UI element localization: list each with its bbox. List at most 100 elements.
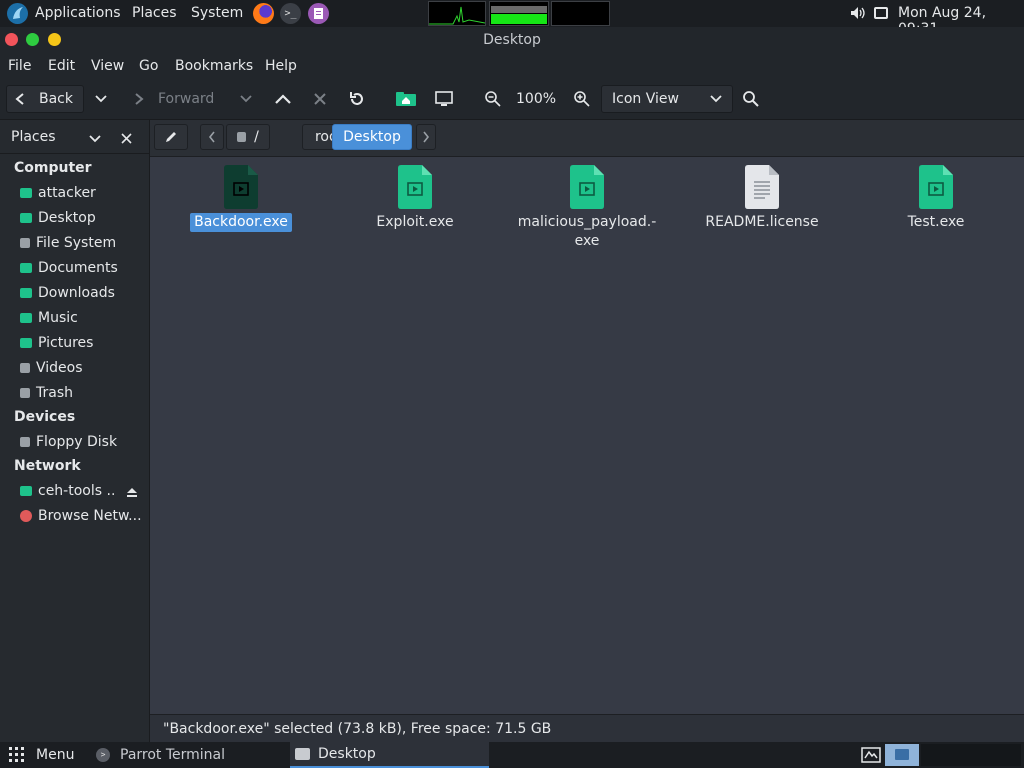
sidebar-item-videos[interactable]: Videos	[20, 357, 145, 379]
forward-button[interactable]: Forward	[132, 85, 222, 113]
stop-button[interactable]	[313, 85, 327, 113]
task-desktop[interactable]: Desktop	[290, 742, 489, 768]
forward-arrow-icon	[135, 93, 144, 105]
sidebar-item-label: ceh-tools ...	[38, 483, 115, 499]
back-button[interactable]: Back	[6, 85, 84, 113]
file-item-backdoor[interactable]: Backdoor.exe	[166, 165, 316, 232]
file-name: Backdoor.exe	[190, 213, 292, 232]
desktop-folder-icon	[20, 213, 32, 223]
toolbar: Back Forward 100% Icon View	[0, 79, 1024, 120]
sidebar: Places Computer attacker Desktop File Sy…	[0, 120, 150, 742]
menu-edit[interactable]: Edit	[48, 58, 75, 74]
documents-folder-icon	[20, 263, 32, 273]
system-menu[interactable]: System	[191, 5, 243, 21]
terminal-icon: >	[96, 748, 110, 762]
network-icon	[20, 510, 32, 522]
sidebar-item-ceh-tools[interactable]: ceh-tools ...	[20, 480, 115, 502]
firefox-icon[interactable]	[253, 3, 274, 24]
window-titlebar[interactable]: Desktop	[0, 27, 1024, 55]
menu-file[interactable]: File	[8, 58, 31, 74]
forward-history-dropdown[interactable]	[240, 85, 254, 113]
sidebar-item-browse-network[interactable]: Browse Netw...	[20, 505, 145, 527]
sidebar-close-button[interactable]	[121, 132, 132, 148]
chevron-right-icon	[423, 131, 430, 143]
file-item-exploit[interactable]: Exploit.exe	[340, 165, 490, 232]
file-item-test[interactable]: Test.exe	[861, 165, 1011, 232]
pencil-icon	[166, 132, 176, 142]
sidebar-item-downloads[interactable]: Downloads	[20, 282, 145, 304]
menu-help[interactable]: Help	[265, 58, 297, 74]
zoom-in-icon	[574, 91, 590, 107]
zoom-out-button[interactable]	[484, 85, 502, 113]
path-scroll-right[interactable]	[416, 124, 436, 150]
sidebar-item-label: Documents	[38, 260, 118, 276]
sidebar-type-dropdown[interactable]	[89, 132, 101, 148]
up-button[interactable]	[274, 85, 292, 113]
sidebar-item-attacker[interactable]: attacker	[20, 182, 145, 204]
parrot-logo-icon[interactable]	[7, 3, 28, 24]
sidebar-item-music[interactable]: Music	[20, 307, 145, 329]
downloads-folder-icon	[20, 288, 32, 298]
sidebar-item-floppy-disk[interactable]: Floppy Disk	[20, 431, 145, 453]
workspace-area[interactable]	[921, 744, 1021, 766]
sidebar-item-label: Pictures	[38, 335, 94, 351]
view-mode-value: Icon View	[612, 91, 679, 107]
trash-icon	[20, 388, 30, 398]
network-monitor	[551, 1, 610, 26]
tray-network-icon[interactable]	[861, 746, 881, 768]
sidebar-item-trash[interactable]: Trash	[20, 382, 145, 404]
computer-button[interactable]	[434, 85, 454, 113]
terminal-icon[interactable]: >_	[280, 3, 301, 24]
sidebar-item-file-system[interactable]: File System	[20, 232, 145, 254]
crumb-desktop[interactable]: Desktop	[332, 124, 412, 150]
floppy-icon	[20, 437, 30, 447]
file-name: Exploit.exe	[376, 214, 454, 230]
sidebar-item-pictures[interactable]: Pictures	[20, 332, 145, 354]
task-parrot-terminal[interactable]: > Parrot Terminal	[90, 742, 286, 768]
applications-menu[interactable]: Applications	[35, 5, 121, 21]
path-bar: / root Desktop	[150, 120, 1024, 157]
apps-grid-icon	[9, 747, 24, 762]
menu-bookmarks[interactable]: Bookmarks	[175, 58, 253, 74]
sidebar-item-label: attacker	[38, 185, 96, 201]
file-view[interactable]: Backdoor.exe Exploit.exe malicious_paylo…	[150, 157, 1024, 714]
network-folder-icon	[20, 486, 32, 496]
path-scroll-left[interactable]	[200, 124, 224, 150]
sidebar-item-desktop[interactable]: Desktop	[20, 207, 145, 229]
top-panel: Applications Places System >_ Mon Aug 24…	[0, 0, 1024, 37]
workspace-switcher[interactable]	[885, 744, 919, 766]
chevron-down-icon	[710, 95, 722, 103]
chevron-left-icon	[208, 131, 215, 143]
file-name: Test.exe	[907, 214, 965, 230]
sidebar-section-computer: Computer	[14, 160, 92, 176]
menu-go[interactable]: Go	[139, 58, 158, 74]
sidebar-item-label: Desktop	[38, 210, 96, 226]
file-item-readme-license[interactable]: README.license	[687, 165, 837, 232]
file-item-malicious-payload[interactable]: malicious_payload.- exe	[512, 165, 662, 251]
menu-view[interactable]: View	[91, 58, 124, 74]
volume-icon[interactable]	[850, 6, 866, 20]
places-menu[interactable]: Places	[132, 5, 177, 21]
home-button[interactable]	[395, 85, 419, 113]
sidebar-item-label: Music	[38, 310, 78, 326]
chevron-down-icon	[240, 95, 252, 103]
menu-label: Menu	[36, 747, 75, 763]
text-editor-icon[interactable]	[308, 3, 329, 24]
reload-button[interactable]	[348, 85, 366, 113]
screen-icon[interactable]	[874, 7, 888, 19]
search-button[interactable]	[742, 85, 762, 113]
file-name: malicious_payload.-	[517, 214, 657, 230]
file-name: README.license	[705, 214, 819, 230]
crumb-root-drive[interactable]: /	[226, 124, 270, 150]
close-icon	[121, 133, 132, 144]
eject-button[interactable]	[126, 486, 138, 502]
zoom-in-button[interactable]	[573, 85, 591, 113]
sidebar-item-documents[interactable]: Documents	[20, 257, 145, 279]
close-icon	[314, 93, 326, 105]
toggle-location-button[interactable]	[154, 124, 188, 150]
back-history-dropdown[interactable]	[95, 85, 113, 113]
taskbar: Menu > Parrot Terminal Desktop	[0, 742, 1024, 768]
executable-file-icon	[919, 165, 953, 209]
view-mode-select[interactable]: Icon View	[601, 85, 733, 113]
menu-button[interactable]: Menu	[8, 746, 74, 764]
